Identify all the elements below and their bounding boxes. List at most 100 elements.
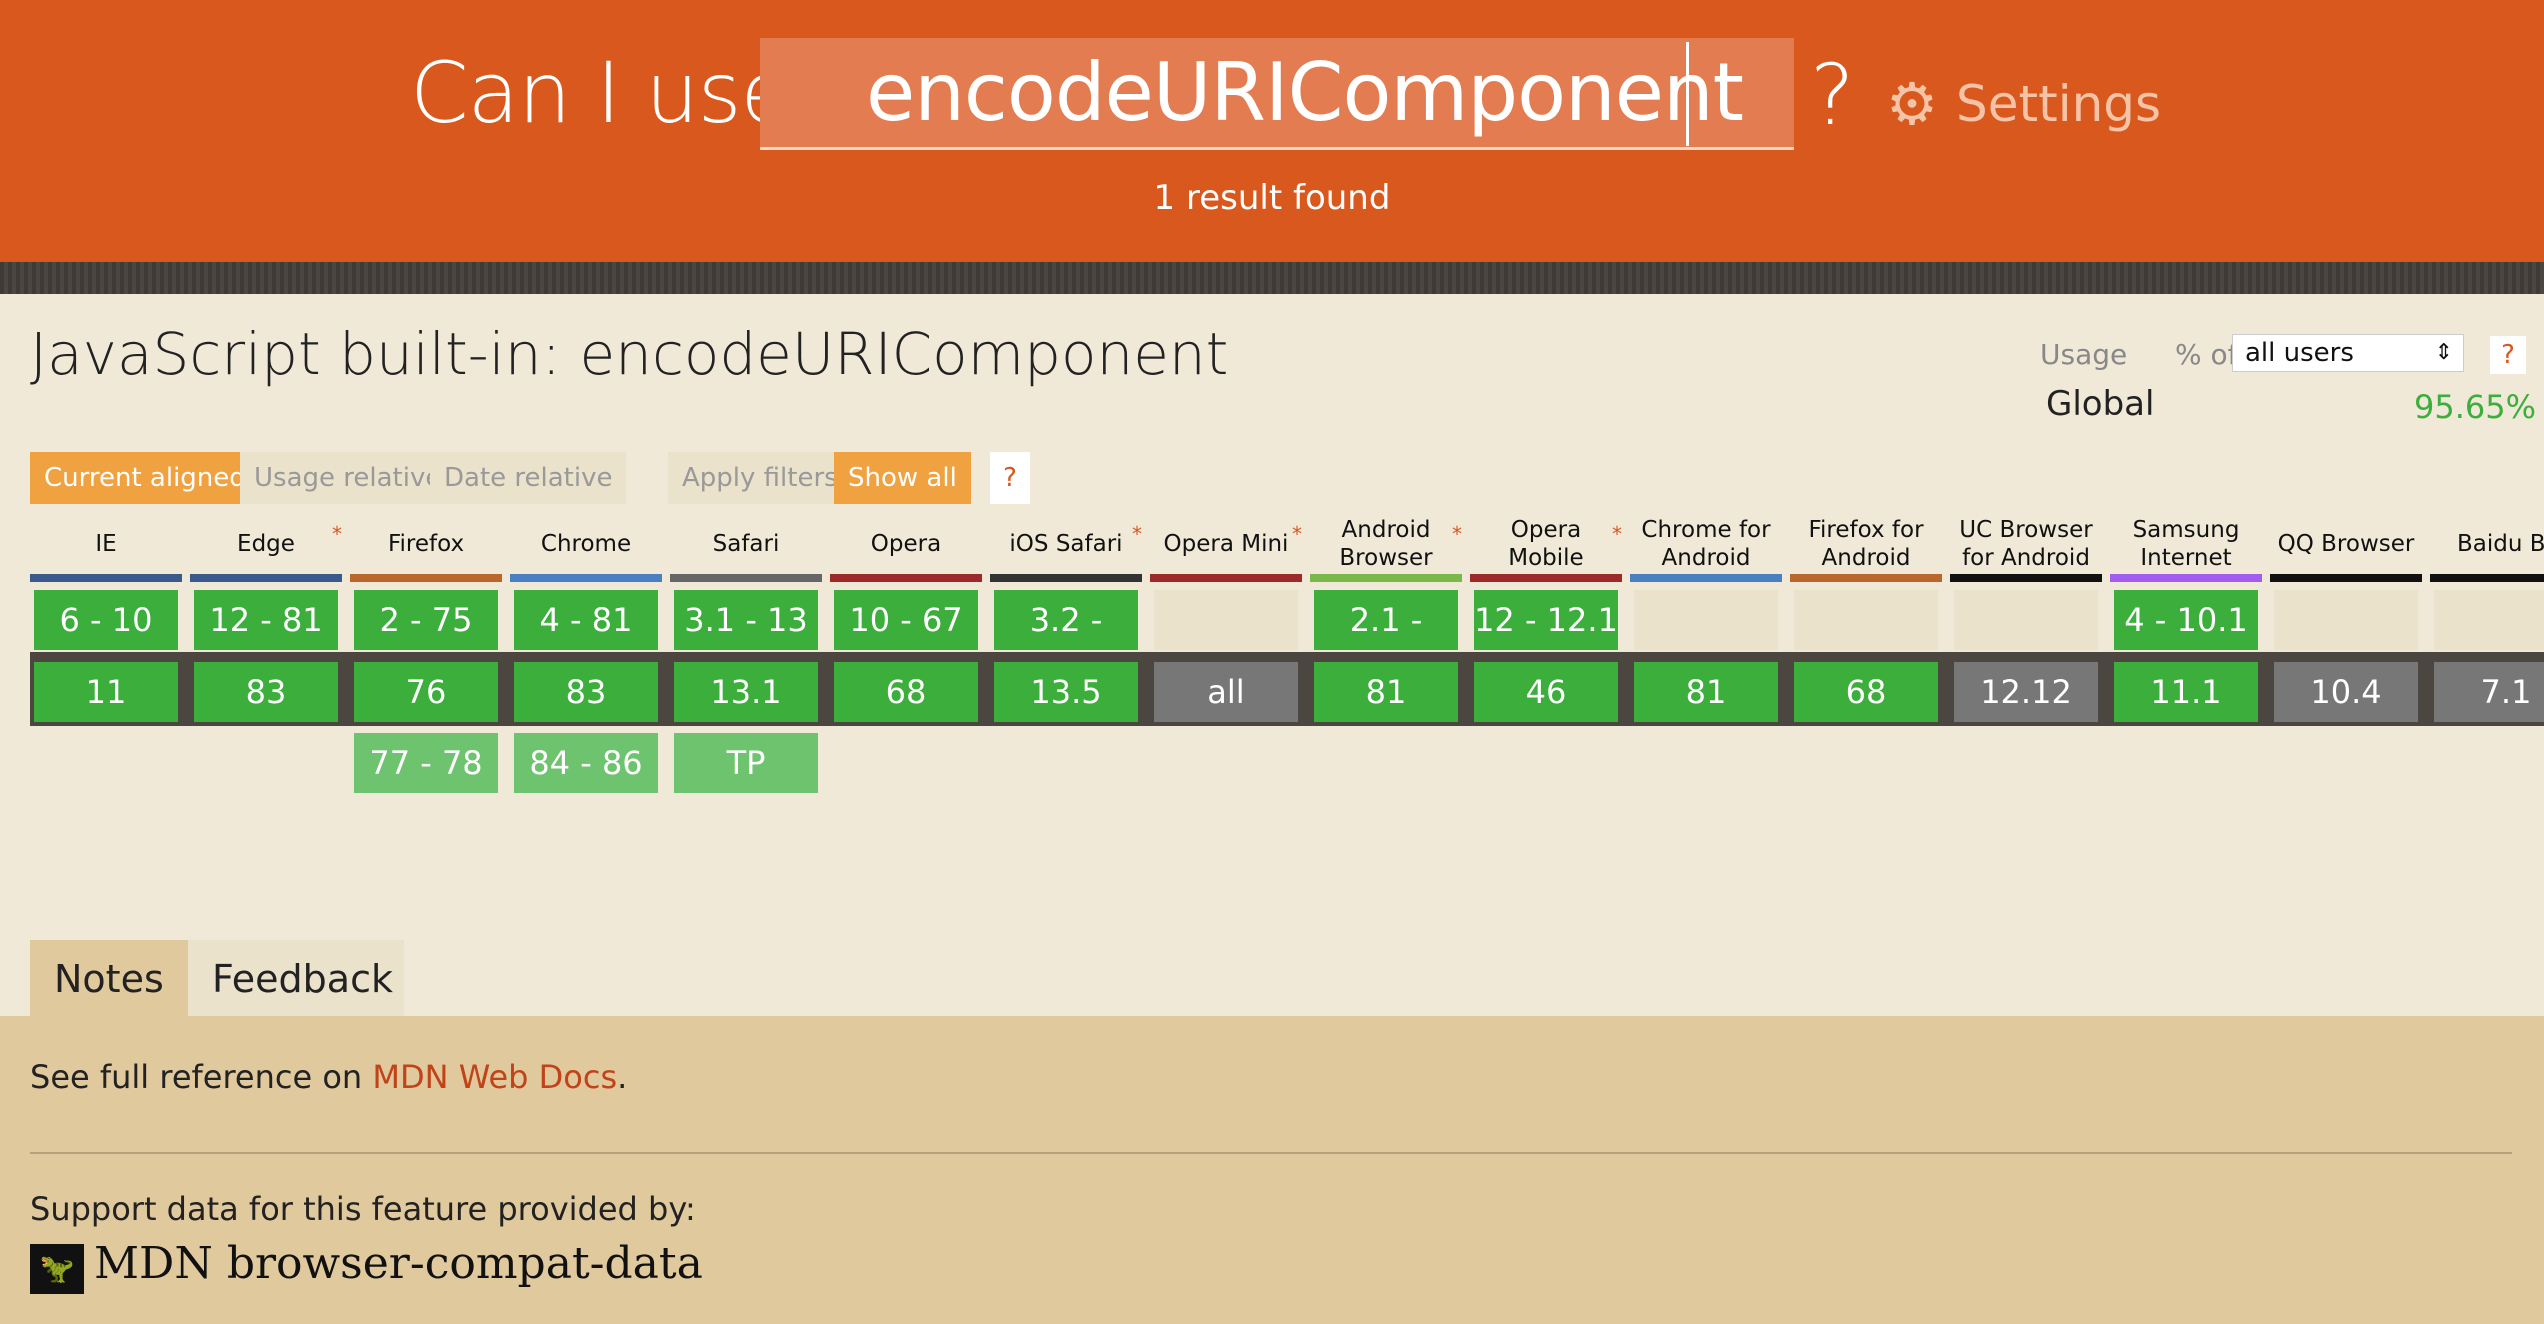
browser-header-edge[interactable]: Edge *: [190, 512, 342, 576]
support-cell-past: [2274, 590, 2418, 650]
brand-title[interactable]: Can I use: [410, 44, 792, 142]
browser-header-android-browser[interactable]: Android Browser *: [1310, 512, 1462, 576]
support-cell-past[interactable]: 10 - 67: [834, 590, 978, 650]
tab-notes[interactable]: Notes: [30, 940, 194, 1018]
support-cell-past[interactable]: 6 - 10: [34, 590, 178, 650]
browser-header-baidu-br[interactable]: Baidu Br: [2430, 512, 2544, 576]
mdn-bcd-link[interactable]: MDN browser-compat-data: [94, 1238, 703, 1289]
support-cell-past: [2434, 590, 2544, 650]
browser-name: Chrome: [540, 531, 632, 557]
browser-name: IE: [95, 531, 117, 557]
feature-title[interactable]: JavaScript built-in: encodeURIComponent: [30, 320, 1228, 388]
support-cell-current[interactable]: 46: [1474, 662, 1618, 722]
date-relative-button[interactable]: Date relative: [430, 452, 627, 504]
browser-header-firefox-for-android[interactable]: Firefox for Android: [1790, 512, 1942, 576]
browser-name: Opera: [870, 531, 942, 557]
support-cell-current[interactable]: 68: [834, 662, 978, 722]
mdn-logo-icon[interactable]: 🦖: [30, 1244, 84, 1294]
notes-prefix: See full reference on: [30, 1058, 373, 1096]
support-cell-future[interactable]: TP: [674, 733, 818, 793]
global-usage-value: 95.65%: [2414, 388, 2537, 426]
support-cell-past[interactable]: 12 - 81: [194, 590, 338, 650]
browser-color-bar: [2430, 574, 2544, 582]
support-cell-future[interactable]: 84 - 86: [514, 733, 658, 793]
support-cell-past[interactable]: 4 - 10.1: [2114, 590, 2258, 650]
search-help-button[interactable]: ?: [1810, 46, 1855, 144]
apply-filters-button[interactable]: Apply filters: [668, 452, 852, 504]
note-marker-icon: *: [1132, 522, 1142, 546]
browser-color-bar: [2110, 574, 2262, 582]
search-input[interactable]: [760, 38, 1794, 147]
users-select-value: all users: [2245, 338, 2354, 368]
browser-color-bar: [1630, 574, 1782, 582]
results-count: 1 result found: [1153, 178, 1391, 218]
support-cell-past[interactable]: 2.1 - 4.4.4: [1314, 590, 1458, 699]
support-cell-current[interactable]: 7.1: [2434, 662, 2544, 722]
support-cell-future[interactable]: 77 - 78: [354, 733, 498, 793]
browser-name: Firefox: [387, 531, 465, 557]
browser-color-bar: [1150, 574, 1302, 582]
note-marker-icon: *: [1292, 522, 1302, 546]
support-cell-current[interactable]: 83: [194, 662, 338, 722]
browser-header-qq-browser[interactable]: QQ Browser: [2270, 512, 2422, 576]
support-cell-past[interactable]: 12 - 12.1: [1474, 590, 1618, 650]
browser-color-bar: [510, 574, 662, 582]
support-cell-current[interactable]: 10.4: [2274, 662, 2418, 722]
browser-header-ios-safari[interactable]: iOS Safari *: [990, 512, 1142, 576]
usage-label: Usage: [2040, 338, 2128, 371]
browser-header-opera-mobile[interactable]: Opera Mobile *: [1470, 512, 1622, 576]
browser-color-bar: [830, 574, 982, 582]
support-cell-past[interactable]: 2 - 75: [354, 590, 498, 650]
browser-header-opera-mini[interactable]: Opera Mini *: [1150, 512, 1302, 576]
support-cell-current[interactable]: 11: [34, 662, 178, 722]
filters-help-button[interactable]: ?: [990, 452, 1030, 504]
select-arrows-icon: ⇕: [2434, 340, 2453, 365]
browser-name: UC Browser for Android: [1959, 517, 2093, 571]
browser-header-chrome-for-android[interactable]: Chrome for Android: [1630, 512, 1782, 576]
support-cell-past: [1154, 590, 1298, 650]
browser-color-bar: [1310, 574, 1462, 582]
support-cell-current[interactable]: 83: [514, 662, 658, 722]
show-all-button[interactable]: Show all: [834, 452, 971, 504]
support-cell-current[interactable]: 68: [1794, 662, 1938, 722]
note-marker-icon: *: [1612, 522, 1622, 546]
support-cell-current[interactable]: 81: [1634, 662, 1778, 722]
browser-header-firefox[interactable]: Firefox: [350, 512, 502, 576]
browser-name: Edge: [237, 531, 295, 557]
current-aligned-button[interactable]: Current aligned: [30, 452, 260, 504]
browser-header-samsung-internet[interactable]: Samsung Internet: [2110, 512, 2262, 576]
support-cell-past[interactable]: 4 - 81: [514, 590, 658, 650]
tab-feedback[interactable]: Feedback: [188, 940, 404, 1018]
divider: [30, 1152, 2512, 1154]
site-header: Can I use ? ⚙ Settings 1 result found: [0, 0, 2544, 262]
support-cell-current[interactable]: 13.5: [994, 662, 1138, 722]
usage-help-button[interactable]: ?: [2490, 336, 2526, 374]
browser-name: iOS Safari: [1009, 531, 1123, 557]
header-divider: [0, 262, 2544, 294]
support-cell-current[interactable]: 13.1: [674, 662, 818, 722]
note-marker-icon: *: [332, 522, 342, 546]
browser-header-uc-browser-for-android[interactable]: UC Browser for Android: [1950, 512, 2102, 576]
browser-header-opera[interactable]: Opera: [830, 512, 982, 576]
support-cell-current[interactable]: 81: [1314, 662, 1458, 722]
browser-name: Opera Mini: [1163, 531, 1289, 557]
note-marker-icon: *: [1452, 522, 1462, 546]
notes-suffix: .: [617, 1058, 628, 1096]
global-label: Global: [2046, 384, 2155, 424]
mdn-link[interactable]: MDN Web Docs: [372, 1058, 617, 1096]
support-text: Support data for this feature provided b…: [30, 1190, 696, 1228]
users-select[interactable]: all users ⇕: [2232, 334, 2464, 372]
support-cell-past[interactable]: 3.1 - 13: [674, 590, 818, 650]
usage-relative-button[interactable]: Usage relative: [240, 452, 456, 504]
search-box[interactable]: [760, 38, 1794, 150]
support-cell-current[interactable]: 12.12: [1954, 662, 2098, 722]
support-cell-current[interactable]: 76: [354, 662, 498, 722]
browser-color-bar: [1790, 574, 1942, 582]
browser-header-chrome[interactable]: Chrome: [510, 512, 662, 576]
support-cell-current[interactable]: 11.1: [2114, 662, 2258, 722]
browser-header-safari[interactable]: Safari: [670, 512, 822, 576]
browser-header-ie[interactable]: IE: [30, 512, 182, 576]
support-cell-past[interactable]: 3.2 - 13.3: [994, 590, 1138, 699]
support-cell-current[interactable]: all: [1154, 662, 1298, 722]
settings-button[interactable]: ⚙ Settings: [1886, 70, 2161, 138]
